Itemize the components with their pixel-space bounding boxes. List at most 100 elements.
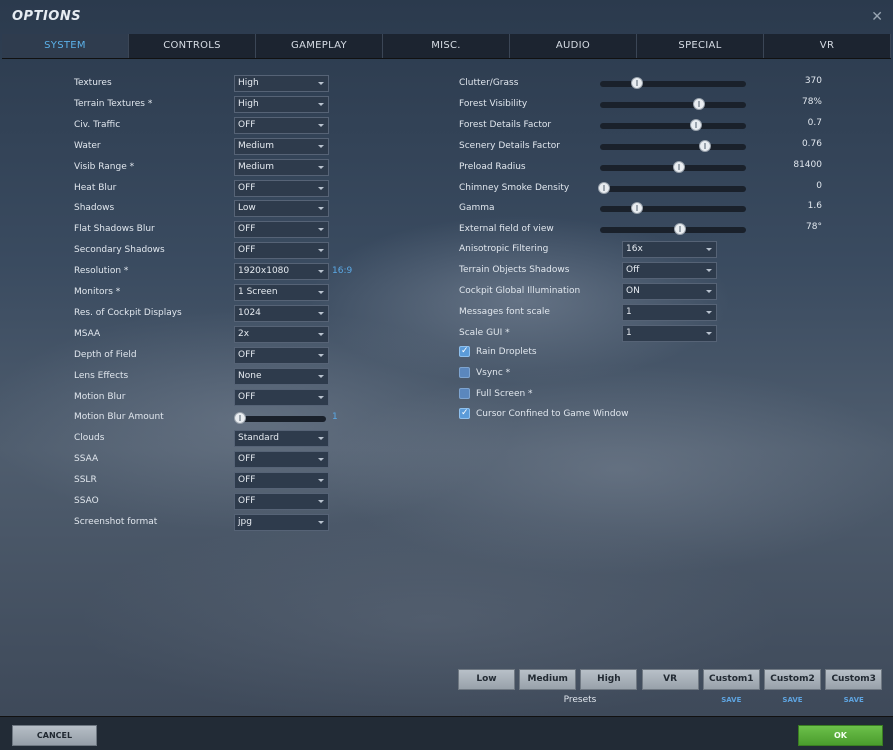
save-custom1-link[interactable]: SAVE bbox=[703, 696, 760, 704]
flat-shadows-blur-dropdown[interactable]: OFF bbox=[234, 221, 329, 239]
preload-radius-value: 81400 bbox=[793, 159, 822, 170]
shadows-dropdown[interactable]: Low bbox=[234, 200, 329, 218]
rain-droplets-checkbox[interactable]: ✓ bbox=[459, 346, 470, 357]
preload-radius-slider[interactable] bbox=[600, 160, 746, 173]
chevron-down-icon bbox=[706, 268, 712, 272]
chimney-smoke-density-slider-knob[interactable] bbox=[598, 181, 611, 194]
preset-high-button[interactable]: High bbox=[580, 669, 638, 690]
heat-blur-value: OFF bbox=[238, 182, 256, 193]
tab-gameplay[interactable]: GAMEPLAY bbox=[256, 34, 383, 58]
terrain-textures-dropdown[interactable]: High bbox=[234, 95, 329, 113]
chevron-down-icon bbox=[318, 520, 324, 524]
ssaa-dropdown[interactable]: OFF bbox=[234, 451, 329, 469]
depth-of-field-dropdown[interactable]: OFF bbox=[234, 346, 329, 364]
chevron-down-icon bbox=[318, 228, 324, 232]
monitors-dropdown[interactable]: 1 Screen bbox=[234, 284, 329, 301]
preset-custom3-button[interactable]: Custom3 bbox=[825, 669, 883, 690]
res-of-cockpit-displays-value: 1024 bbox=[238, 307, 261, 318]
tab-controls[interactable]: CONTROLS bbox=[129, 34, 256, 58]
shadows-value: Low bbox=[238, 203, 256, 214]
screenshot-format-dropdown[interactable]: jpg bbox=[234, 513, 329, 531]
messages-font-scale-dropdown[interactable]: 1 bbox=[622, 303, 717, 321]
preset-medium-button[interactable]: Medium bbox=[519, 669, 577, 690]
chevron-down-icon bbox=[706, 310, 712, 314]
tab-special[interactable]: SPECIAL bbox=[637, 34, 764, 58]
preset-custom1-button[interactable]: Custom1 bbox=[702, 669, 760, 690]
res-of-cockpit-displays-dropdown[interactable]: 1024 bbox=[234, 304, 329, 322]
msaa-label: MSAA bbox=[74, 328, 101, 339]
preset-vr-button[interactable]: VR bbox=[641, 669, 699, 690]
scenery-details-factor-slider[interactable] bbox=[600, 139, 746, 152]
external-field-of-view-slider[interactable] bbox=[600, 223, 746, 236]
preload-radius-slider-knob[interactable] bbox=[672, 160, 685, 173]
chevron-down-icon bbox=[318, 144, 324, 148]
rain-droplets-label: Rain Droplets bbox=[476, 347, 537, 357]
sslr-dropdown[interactable]: OFF bbox=[234, 472, 329, 490]
gamma-slider[interactable] bbox=[600, 202, 746, 215]
clutter-grass-slider-knob[interactable] bbox=[630, 77, 643, 89]
heat-blur-dropdown[interactable]: OFF bbox=[234, 179, 329, 197]
resolution-dropdown[interactable]: 1920x1080 bbox=[234, 263, 329, 281]
chevron-down-icon bbox=[318, 500, 324, 503]
water-dropdown[interactable]: Medium bbox=[234, 137, 329, 155]
preset-low-button[interactable]: Low bbox=[458, 669, 515, 690]
motion-blur-amount-slider-knob[interactable] bbox=[234, 412, 246, 425]
cursor-confined-to-game-window-checkbox[interactable]: ✓ bbox=[459, 408, 470, 420]
secondary-shadows-label: Secondary Shadows bbox=[74, 245, 165, 256]
depth-of-field-value: OFF bbox=[238, 349, 256, 360]
flat-shadows-blur-value: OFF bbox=[238, 224, 256, 235]
external-field-of-view-slider-knob[interactable] bbox=[674, 223, 687, 236]
full-screen-checkbox[interactable] bbox=[459, 387, 470, 399]
forest-visibility-slider[interactable] bbox=[600, 97, 746, 110]
vsync-label: Vsync * bbox=[476, 367, 511, 378]
forest-visibility-slider-knob[interactable] bbox=[693, 97, 706, 110]
depth-of-field-label: Depth of Field bbox=[74, 349, 137, 360]
chimney-smoke-density-slider[interactable] bbox=[598, 181, 746, 194]
civ-traffic-dropdown[interactable]: OFF bbox=[234, 116, 329, 134]
gamma-slider-knob[interactable] bbox=[630, 202, 643, 215]
forest-details-factor-slider-knob[interactable] bbox=[690, 118, 703, 131]
forest-details-factor-slider[interactable] bbox=[600, 118, 746, 131]
terrain-objects-shadows-dropdown[interactable]: Off bbox=[622, 261, 717, 279]
scenery-details-factor-slider-knob[interactable] bbox=[699, 139, 712, 152]
chevron-down-icon bbox=[318, 123, 324, 127]
clutter-grass-slider[interactable] bbox=[600, 77, 746, 89]
civ-traffic-label: Civ. Traffic bbox=[74, 119, 121, 130]
external-field-of-view-value: 78° bbox=[806, 222, 822, 233]
close-icon[interactable]: ✕ bbox=[871, 9, 883, 25]
textures-label: Textures bbox=[74, 78, 112, 88]
secondary-shadows-dropdown[interactable]: OFF bbox=[234, 242, 329, 260]
preset-custom2-button[interactable]: Custom2 bbox=[764, 669, 821, 690]
scale-gui-dropdown[interactable]: 1 bbox=[622, 324, 717, 342]
vsync-checkbox[interactable] bbox=[459, 366, 470, 378]
ssao-dropdown[interactable]: OFF bbox=[234, 493, 329, 510]
textures-dropdown[interactable]: High bbox=[234, 75, 329, 92]
msaa-dropdown[interactable]: 2x bbox=[234, 325, 329, 343]
tab-audio[interactable]: AUDIO bbox=[510, 34, 637, 58]
clouds-dropdown[interactable]: Standard bbox=[234, 430, 329, 448]
full-screen-label: Full Screen * bbox=[476, 388, 533, 399]
shadows-label: Shadows bbox=[74, 203, 115, 214]
terrain-textures-value: High bbox=[238, 98, 259, 109]
save-custom3-link[interactable]: SAVE bbox=[825, 696, 882, 704]
chimney-smoke-density-label: Chimney Smoke Density bbox=[459, 182, 570, 193]
visib-range-label: Visib Range * bbox=[74, 161, 135, 172]
cockpit-global-illumination-dropdown[interactable]: ON bbox=[622, 282, 717, 300]
ok-button[interactable]: OK bbox=[798, 725, 883, 746]
visib-range-dropdown[interactable]: Medium bbox=[234, 158, 329, 176]
lens-effects-dropdown[interactable]: None bbox=[234, 367, 329, 385]
tab-system[interactable]: SYSTEM bbox=[2, 34, 129, 58]
anisotropic-filtering-dropdown[interactable]: 16x bbox=[622, 241, 717, 258]
tab-misc[interactable]: MISC. bbox=[383, 34, 510, 58]
motion-blur-amount-slider[interactable] bbox=[234, 412, 326, 425]
motion-blur-amount-value: 1 bbox=[332, 412, 338, 423]
secondary-shadows-value: OFF bbox=[238, 245, 256, 256]
clutter-grass-value: 370 bbox=[804, 76, 822, 86]
footer-bar: CANCEL OK bbox=[0, 716, 893, 750]
save-custom2-link[interactable]: SAVE bbox=[764, 696, 821, 704]
tab-vr[interactable]: VR bbox=[764, 34, 891, 58]
monitors-value: 1 Screen bbox=[238, 287, 278, 297]
cancel-button[interactable]: CANCEL bbox=[12, 725, 97, 746]
motion-blur-dropdown[interactable]: OFF bbox=[234, 388, 329, 406]
scale-gui-label: Scale GUI * bbox=[459, 327, 510, 338]
